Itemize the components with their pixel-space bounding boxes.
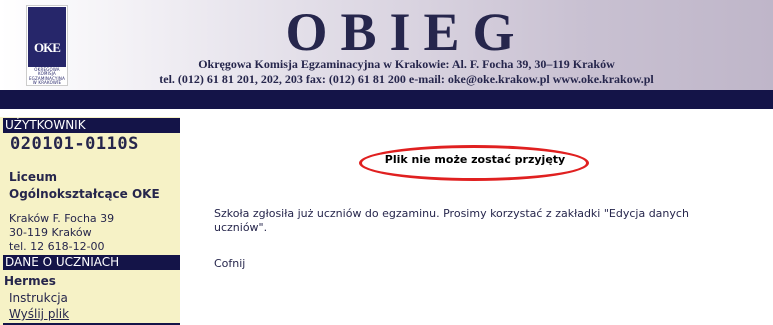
school-line-1: Liceum bbox=[9, 170, 58, 184]
phone: tel. 12 618-12-00 bbox=[9, 240, 105, 253]
address-line: Okręgowa Komisja Egzaminacyjna w Krakowi… bbox=[198, 57, 615, 71]
navigation-bar bbox=[0, 90, 773, 109]
app-name: Hermes bbox=[4, 274, 56, 288]
contact-line: tel. (012) 61 81 201, 202, 203 fax: (012… bbox=[159, 72, 654, 86]
error-message: Plik nie może zostać przyjęty bbox=[384, 153, 566, 166]
address-line-1: Kraków F. Focha 39 bbox=[9, 212, 115, 225]
sidebar: UŻYTKOWNIK 020101-0110S Liceum Ogólnoksz… bbox=[0, 117, 180, 325]
sidebar-link-instrukcja[interactable]: Instrukcja bbox=[9, 291, 68, 305]
school-address: Kraków F. Focha 39 30-119 Kraków tel. 12… bbox=[9, 212, 114, 254]
address-line-2: 30-119 Kraków bbox=[9, 226, 92, 239]
section-heading: DANE O UCZNIACH bbox=[3, 255, 180, 270]
school-name: Liceum Ogólnokształcące OKE bbox=[9, 169, 179, 203]
info-text: Szkoła zgłosiła już uczniów do egzaminu.… bbox=[214, 207, 689, 234]
sidebar-link-wyslij-plik[interactable]: Wyślij plik bbox=[9, 307, 69, 321]
user-heading: UŻYTKOWNIK bbox=[3, 118, 180, 133]
back-link[interactable]: Cofnij bbox=[214, 257, 245, 270]
page-title: OBIEG bbox=[285, 2, 528, 62]
school-line-2: Ogólnokształcące OKE bbox=[9, 187, 160, 201]
header-banner: OKE OKRĘGOWA KOMISJA EGZAMINACYJNA W KRA… bbox=[0, 0, 773, 90]
user-id: 020101-0110S bbox=[10, 134, 139, 154]
